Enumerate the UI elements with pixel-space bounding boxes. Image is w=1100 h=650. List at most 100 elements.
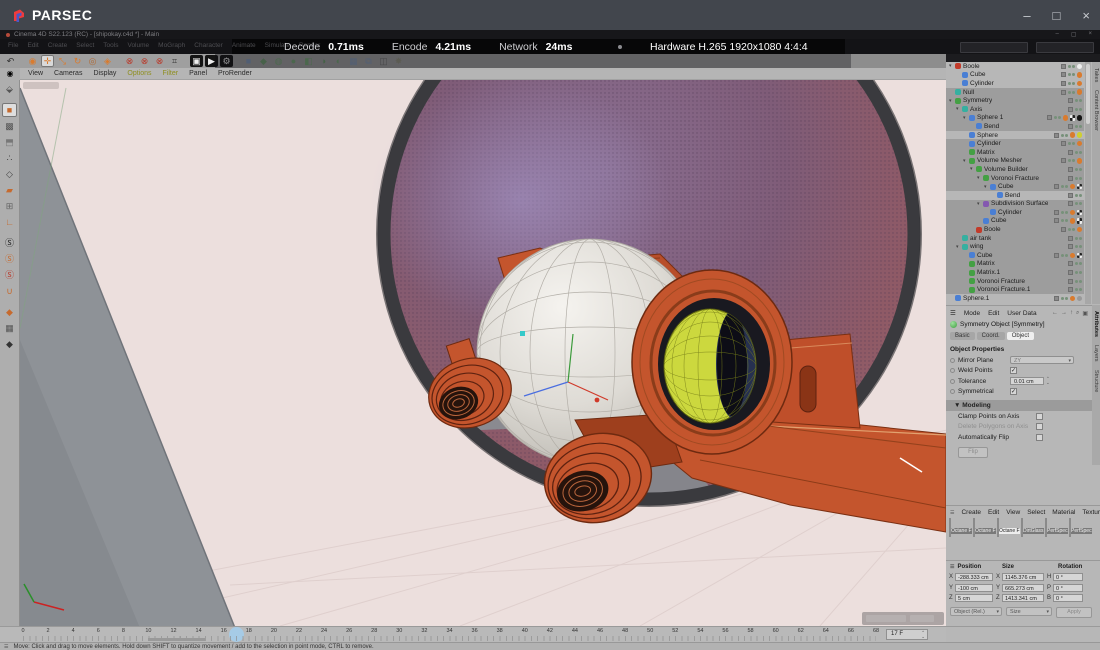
object-row[interactable]: ▾Volume Builder <box>946 165 1084 174</box>
menu-item-file[interactable]: File <box>8 42 18 49</box>
object-row[interactable]: ▾Sphere 1 <box>946 114 1084 123</box>
spline-pen-icon[interactable]: ◆ <box>257 55 270 67</box>
vp-menu-prorender[interactable]: ProRender <box>218 70 252 77</box>
maximize-icon[interactable]: □ <box>1053 8 1061 23</box>
mograph-icon[interactable]: ◑ <box>317 55 330 67</box>
side-tab-takes[interactable]: Takes <box>1093 68 1099 82</box>
mat-menu-edit[interactable]: Edit <box>988 509 999 516</box>
workplane-icon[interactable]: ⊞ <box>2 199 17 213</box>
polygons-mode-icon[interactable]: ▰ <box>2 183 17 197</box>
lock-y-icon[interactable]: ⊗ <box>138 55 151 67</box>
object-row[interactable]: ▾wing <box>946 242 1084 251</box>
object-row[interactable]: Boole <box>946 225 1084 234</box>
rotation-field[interactable]: 0 ° <box>1053 573 1083 581</box>
vp-menu-options[interactable]: Options <box>127 70 151 77</box>
light-icon[interactable]: ✸ <box>392 55 405 67</box>
menu-item-volume[interactable]: Volume <box>127 42 149 49</box>
attr-menu-mode[interactable]: Mode <box>964 310 980 317</box>
vp-menu-panel[interactable]: Panel <box>189 70 207 77</box>
mat-menu-texture[interactable]: Texture <box>1082 509 1100 516</box>
render-view-icon[interactable]: ▣ <box>190 55 203 67</box>
selected-point[interactable] <box>520 331 525 336</box>
side-tab-structure[interactable]: Structure <box>1093 370 1099 392</box>
camera-icon[interactable]: ◫ <box>377 55 390 67</box>
attr-nav-icon[interactable]: → <box>1061 310 1067 317</box>
snap-2d-icon[interactable]: Ⓢ <box>2 268 17 282</box>
viewport-camera-icon[interactable]: ◉ <box>0 68 20 80</box>
size-field[interactable]: 1413.341 cm <box>1002 594 1044 602</box>
fields-icon[interactable]: ◐ <box>332 55 345 67</box>
object-row[interactable]: ▾Subdivision Surface <box>946 200 1084 209</box>
object-row[interactable]: ▾Volume Mesher <box>946 157 1084 166</box>
close-icon[interactable]: × <box>1082 8 1090 23</box>
texture-mode-icon[interactable]: ▩ <box>2 119 17 133</box>
menu-item-character[interactable]: Character <box>194 42 223 49</box>
coords-size-dropdown[interactable]: Size <box>1006 607 1052 616</box>
current-frame-field[interactable]: 17 F ⌃⌄ <box>886 629 928 640</box>
burger-icon[interactable]: ☰ <box>950 309 956 317</box>
scale-tool-icon[interactable]: ⤡ <box>56 55 69 67</box>
attr-tab-basic[interactable]: Basic <box>950 332 975 340</box>
material-swatch[interactable]: Octane F <box>949 519 971 537</box>
attr-nav-icon[interactable]: ← <box>1052 310 1058 317</box>
object-row[interactable]: ▾Axis <box>946 105 1084 114</box>
object-row[interactable]: Matrix <box>946 260 1084 269</box>
object-row[interactable]: Voronoi Fracture <box>946 277 1084 286</box>
symmetrical-checkbox[interactable]: ✓ <box>1010 388 1017 395</box>
lock-x-icon[interactable]: ⊗ <box>123 55 136 67</box>
object-row[interactable]: Matrix.1 <box>946 268 1084 277</box>
side-tab-layers[interactable]: Layers <box>1093 345 1099 362</box>
menu-item-create[interactable]: Create <box>48 42 68 49</box>
clamp-points-on-axis-checkbox[interactable] <box>1036 413 1043 420</box>
simulate-icon[interactable]: ⧉ <box>362 55 375 67</box>
object-row[interactable]: Cube <box>946 251 1084 260</box>
object-row[interactable]: Bend <box>946 122 1084 131</box>
coord-system-icon[interactable]: ⌗ <box>168 55 181 67</box>
snap-3d-icon[interactable]: Ⓢ <box>2 252 17 266</box>
object-row[interactable]: Cylinder <box>946 139 1084 148</box>
rotation-field[interactable]: 0 ° <box>1053 594 1083 602</box>
snap-off-icon[interactable]: Ⓢ <box>2 236 17 250</box>
undo-icon[interactable]: ↶ <box>4 55 17 67</box>
volume-icon[interactable]: ▦ <box>347 55 360 67</box>
attr-tab-coord[interactable]: Coord. <box>977 332 1005 340</box>
position-field[interactable]: 5 cm <box>955 594 993 602</box>
automatically-flip-checkbox[interactable] <box>1036 434 1043 441</box>
attr-nav-icon[interactable]: ▣ <box>1082 310 1088 317</box>
mirror-icon[interactable]: ◆ <box>2 305 17 319</box>
attr-nav-icon[interactable]: ⌕ <box>1076 310 1079 317</box>
attribute-nav-icons[interactable]: ←→↑⌕▣ <box>1052 310 1092 317</box>
mat-menu-select[interactable]: Select <box>1027 509 1045 516</box>
menu-item-select[interactable]: Select <box>76 42 94 49</box>
object-row[interactable]: Cylinder <box>946 208 1084 217</box>
attr-nav-icon[interactable]: ↑ <box>1070 310 1073 317</box>
apply-button[interactable]: Apply <box>1056 607 1092 618</box>
material-swatch[interactable]: PerfSpec <box>1045 519 1067 537</box>
c4d-window-controls[interactable]: –▢× <box>1055 31 1092 38</box>
object-row[interactable]: Sphere.1 <box>946 294 1084 303</box>
deformer-icon[interactable]: ◧ <box>302 55 315 67</box>
live-selection-icon[interactable]: ◉ <box>26 55 39 67</box>
weight-icon[interactable]: ◆ <box>2 337 17 351</box>
object-row[interactable]: Sphere <box>946 131 1084 140</box>
object-row[interactable]: Cylinder <box>946 79 1084 88</box>
size-field[interactable]: 1145.376 cm <box>1002 573 1044 581</box>
object-row[interactable]: ▾Voronoi Fracture <box>946 174 1084 183</box>
material-swatch[interactable]: DirtGlass <box>1021 519 1043 537</box>
lock-z-icon[interactable]: ⊗ <box>153 55 166 67</box>
mat-menu-material[interactable]: Material <box>1052 509 1075 516</box>
move-tool-icon[interactable]: ✛ <box>41 55 54 67</box>
make-editable-icon[interactable]: ⬙ <box>2 82 17 96</box>
checker-plane-icon[interactable]: ▦ <box>2 321 17 335</box>
points-mode-icon[interactable]: ∴ <box>2 151 17 165</box>
object-manager-scrollbar[interactable] <box>1085 62 1091 304</box>
minimize-icon[interactable]: – <box>1023 8 1030 23</box>
vp-menu-cameras[interactable]: Cameras <box>54 70 82 77</box>
object-row[interactable]: Matrix <box>946 148 1084 157</box>
mat-menu-create[interactable]: Create <box>961 509 981 516</box>
timeline-ruler[interactable]: 0246810121416182022242628303234363840424… <box>0 626 946 642</box>
mat-menu-view[interactable]: View <box>1006 509 1020 516</box>
axis-mode-icon[interactable]: ∟ <box>2 215 17 229</box>
delete-polygons-on-axis-checkbox[interactable] <box>1036 423 1043 430</box>
viewport-3d[interactable] <box>20 80 946 626</box>
